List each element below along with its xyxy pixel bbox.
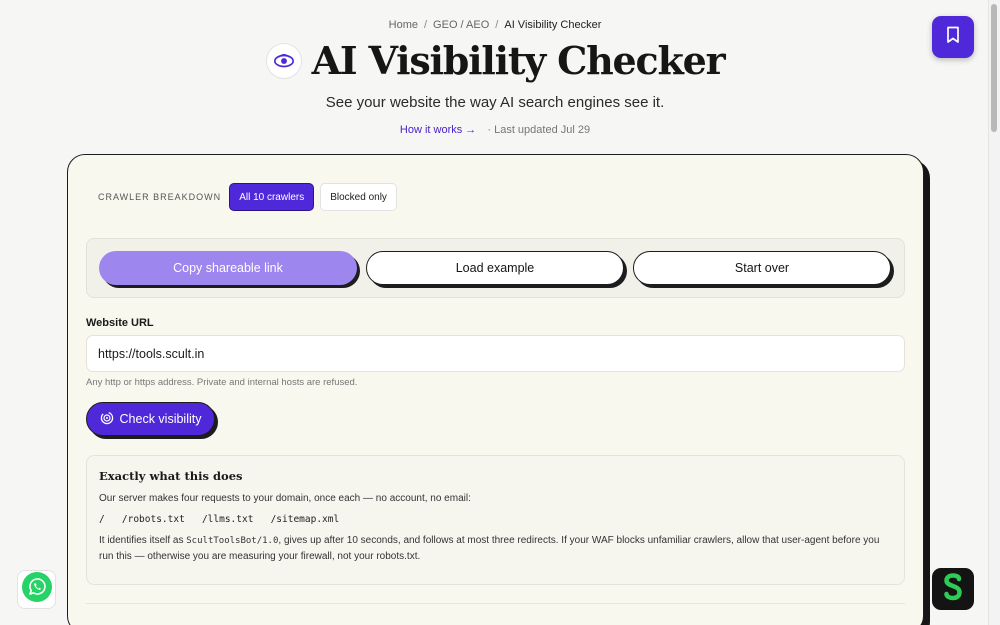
- breadcrumb-separator: /: [423, 19, 428, 31]
- meta-row: How it works → · Last updated Jul 29: [0, 124, 990, 136]
- filter-blocked-only[interactable]: Blocked only: [320, 183, 397, 211]
- whatsapp-button[interactable]: [17, 570, 56, 609]
- crawler-breakdown-label: CRAWLER BREAKDOWN: [98, 192, 222, 202]
- user-agent-code: ScultToolsBot/1.0: [186, 536, 279, 546]
- breadcrumb-home[interactable]: Home: [389, 19, 418, 31]
- bookmark-button[interactable]: [932, 16, 974, 58]
- check-visibility-button[interactable]: Check visibility: [86, 402, 215, 436]
- copy-shareable-link-button[interactable]: Copy shareable link: [99, 251, 357, 285]
- whatsapp-icon: [21, 571, 53, 608]
- section-divider: [86, 603, 905, 604]
- info-title: Exactly what this does: [99, 469, 243, 483]
- breadcrumb-current: AI Visibility Checker: [504, 19, 602, 31]
- info-user-agent-prefix: It identifies itself as: [99, 535, 187, 546]
- page-title: AI Visibility Checker: [311, 38, 726, 83]
- checker-card: CRAWLER BREAKDOWN All 10 crawlers Blocke…: [67, 154, 924, 625]
- crawler-filter-row: CRAWLER BREAKDOWN All 10 crawlers Blocke…: [98, 183, 397, 211]
- info-user-agent-text: It identifies itself as ScultToolsBot/1.…: [99, 533, 892, 564]
- eye-icon: [265, 42, 302, 79]
- info-paths: / /robots.txt /llms.txt /sitemap.xml: [99, 514, 340, 525]
- breadcrumb-geo-aeo[interactable]: GEO / AEO: [433, 19, 489, 31]
- scrollbar-thumb[interactable]: [991, 4, 997, 132]
- actions-panel: Copy shareable link Load example Start o…: [86, 238, 905, 298]
- bookmark-icon: [945, 26, 961, 49]
- load-example-button[interactable]: Load example: [366, 251, 624, 285]
- last-updated: · Last updated Jul 29: [487, 124, 591, 136]
- url-hint: Any http or https address. Private and i…: [86, 377, 358, 388]
- title-row: AI Visibility Checker: [0, 38, 990, 83]
- radar-icon: [100, 411, 114, 428]
- page-subtitle: See your website the way AI search engin…: [325, 94, 665, 111]
- info-box: Exactly what this does Our server makes …: [86, 455, 905, 585]
- website-url-input[interactable]: [86, 335, 905, 372]
- start-over-button[interactable]: Start over: [633, 251, 891, 285]
- breadcrumb: Home / GEO / AEO / AI Visibility Checker: [0, 19, 990, 31]
- website-url-label: Website URL: [86, 317, 154, 329]
- scult-logo-icon: [940, 572, 966, 606]
- scult-widget-button[interactable]: [932, 568, 974, 610]
- breadcrumb-separator: /: [495, 19, 499, 31]
- filter-all-crawlers[interactable]: All 10 crawlers: [229, 183, 315, 211]
- info-requests-text: Our server makes four requests to your d…: [99, 493, 471, 504]
- check-visibility-label: Check visibility: [119, 412, 202, 426]
- how-it-works-link[interactable]: How it works →: [400, 124, 476, 136]
